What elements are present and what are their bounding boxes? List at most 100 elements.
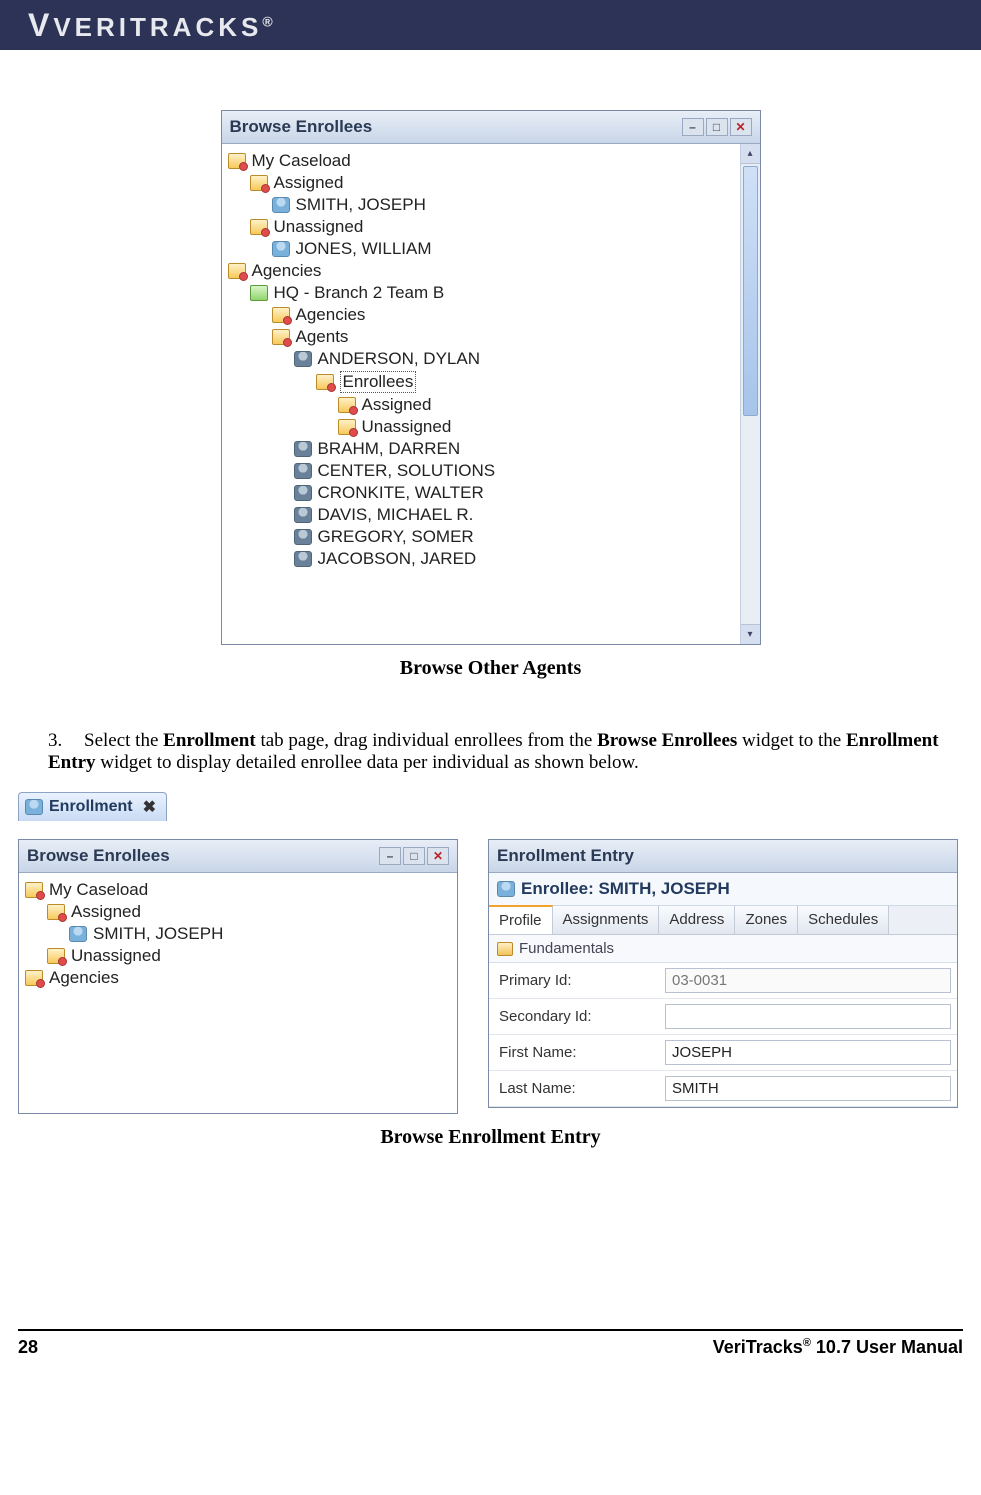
scroll-down-icon[interactable]: ▾: [741, 624, 760, 644]
tree-label: ANDERSON, DYLAN: [318, 349, 480, 369]
tree-folder-unassigned[interactable]: Unassigned: [47, 945, 435, 967]
folder-icon: [272, 307, 290, 323]
last-name-input[interactable]: [665, 1076, 951, 1101]
step-text: Select the: [84, 730, 163, 751]
folder-icon: [250, 175, 268, 191]
tree-folder-enrollees-unassigned[interactable]: Unassigned: [338, 416, 738, 438]
tree-person-jones[interactable]: JONES, WILLIAM: [272, 238, 738, 260]
tree-label: Assigned: [362, 395, 432, 415]
tree-person-smith[interactable]: SMITH, JOSEPH: [272, 194, 738, 216]
enrollee-tree[interactable]: My Caseload Assigned SMITH, JOSEPH Unass…: [226, 148, 760, 572]
tree-label: Agencies: [296, 305, 366, 325]
tree-agent-center[interactable]: CENTER, SOLUTIONS: [294, 460, 738, 482]
field-label: First Name:: [489, 1037, 659, 1068]
footer-product-name: VeriTracks: [713, 1337, 803, 1357]
tree-label: Agents: [296, 327, 349, 347]
person-icon: [497, 881, 515, 897]
field-label: Secondary Id:: [489, 1001, 659, 1032]
enrollee-name: Enrollee: SMITH, JOSEPH: [521, 879, 730, 899]
tree-folder-my-caseload[interactable]: My Caseload: [25, 879, 435, 901]
enrollment-tab[interactable]: Enrollment ✖: [18, 792, 167, 821]
enrollee-tree-small[interactable]: My Caseload Assigned SMITH, JOSEPH Unass…: [23, 877, 457, 991]
tree-label: Unassigned: [362, 417, 452, 437]
folder-icon: [316, 374, 334, 390]
tab-profile[interactable]: Profile: [489, 905, 553, 934]
secondary-id-input[interactable]: [665, 1004, 951, 1029]
tree-person-smith[interactable]: SMITH, JOSEPH: [69, 923, 435, 945]
tree-folder-agents[interactable]: Agents: [272, 326, 738, 348]
tree-label: My Caseload: [252, 151, 351, 171]
tab-close-icon[interactable]: ✖: [143, 797, 156, 817]
scroll-thumb[interactable]: [743, 166, 758, 416]
tree-folder-assigned[interactable]: Assigned: [250, 172, 738, 194]
tree-agent-davis[interactable]: DAVIS, MICHAEL R.: [294, 504, 738, 526]
row-secondary-id: Secondary Id:: [489, 999, 957, 1035]
tree-folder-agencies[interactable]: Agencies: [228, 260, 738, 282]
minimize-icon[interactable]: –: [682, 118, 704, 136]
row-last-name: Last Name:: [489, 1071, 957, 1107]
panel-title-text: Browse Enrollees: [27, 846, 170, 866]
person-icon: [69, 926, 87, 942]
step-bold: Browse Enrollees: [597, 730, 737, 751]
footer-registered: ®: [803, 1337, 811, 1349]
fundamentals-section[interactable]: Fundamentals: [489, 935, 957, 963]
tree-label: Unassigned: [274, 217, 364, 237]
tree-folder-enrollees-assigned[interactable]: Assigned: [338, 394, 738, 416]
first-name-input[interactable]: [665, 1040, 951, 1065]
tree-agent-jacobson[interactable]: JACOBSON, JARED: [294, 548, 738, 570]
folder-icon: [250, 219, 268, 235]
brand-logo: VVERITRACKS®: [28, 7, 273, 44]
tree-label: JONES, WILLIAM: [296, 239, 432, 259]
tree-folder-assigned[interactable]: Assigned: [47, 901, 435, 923]
person-icon: [272, 241, 290, 257]
tab-assignments[interactable]: Assignments: [553, 906, 660, 934]
panel-titlebar[interactable]: Enrollment Entry: [489, 840, 957, 873]
brand-header: VVERITRACKS®: [0, 0, 981, 50]
close-icon[interactable]: ✕: [427, 847, 449, 865]
enrollee-header: Enrollee: SMITH, JOSEPH: [489, 873, 957, 906]
minimize-icon[interactable]: –: [379, 847, 401, 865]
panel-titlebar[interactable]: Browse Enrollees – □ ✕: [19, 840, 457, 873]
tab-zones[interactable]: Zones: [735, 906, 798, 934]
step-text: widget to display detailed enrollee data…: [96, 752, 639, 773]
maximize-icon[interactable]: □: [706, 118, 728, 136]
vertical-scrollbar[interactable]: ▴ ▾: [740, 144, 760, 644]
step-bold: Enrollment: [163, 730, 256, 751]
tree-label: CENTER, SOLUTIONS: [318, 461, 496, 481]
tree-label: Unassigned: [71, 946, 161, 966]
step-number: 3.: [48, 730, 84, 752]
page-number: 28: [18, 1337, 38, 1358]
tree-folder-unassigned[interactable]: Unassigned: [250, 216, 738, 238]
tree-folder-enrollees-selected[interactable]: Enrollees: [316, 370, 738, 394]
tree-agent-cronkite[interactable]: CRONKITE, WALTER: [294, 482, 738, 504]
figure-caption: Browse Other Agents: [400, 657, 581, 680]
tree-org-hq[interactable]: HQ - Branch 2 Team B: [250, 282, 738, 304]
agent-icon: [294, 441, 312, 457]
tree-folder-agencies[interactable]: Agencies: [25, 967, 435, 989]
brand-text: VERITRACKS: [53, 12, 262, 42]
tree-folder-my-caseload[interactable]: My Caseload: [228, 150, 738, 172]
tree-label: SMITH, JOSEPH: [93, 924, 223, 944]
tree-agent-brahm[interactable]: BRAHM, DARREN: [294, 438, 738, 460]
tab-schedules[interactable]: Schedules: [798, 906, 889, 934]
panel-titlebar[interactable]: Browse Enrollees – □ ✕: [222, 111, 760, 144]
folder-icon: [228, 263, 246, 279]
tree-folder-sub-agencies[interactable]: Agencies: [272, 304, 738, 326]
primary-id-input: [665, 968, 951, 993]
close-icon[interactable]: ✕: [730, 118, 752, 136]
field-label: Primary Id:: [489, 965, 659, 996]
tree-agent-anderson[interactable]: ANDERSON, DYLAN: [294, 348, 738, 370]
field-label: Last Name:: [489, 1073, 659, 1104]
tab-label: Enrollment: [49, 798, 133, 816]
step-text: widget to the: [737, 730, 846, 751]
tree-label: GREGORY, SOMER: [318, 527, 474, 547]
maximize-icon[interactable]: □: [403, 847, 425, 865]
folder-icon: [272, 329, 290, 345]
tab-address[interactable]: Address: [659, 906, 735, 934]
panel-title-text: Enrollment Entry: [497, 846, 634, 866]
agent-icon: [294, 463, 312, 479]
tree-label: Agencies: [252, 261, 322, 281]
tree-agent-gregory[interactable]: GREGORY, SOMER: [294, 526, 738, 548]
folder-icon: [338, 397, 356, 413]
scroll-up-icon[interactable]: ▴: [741, 144, 760, 164]
